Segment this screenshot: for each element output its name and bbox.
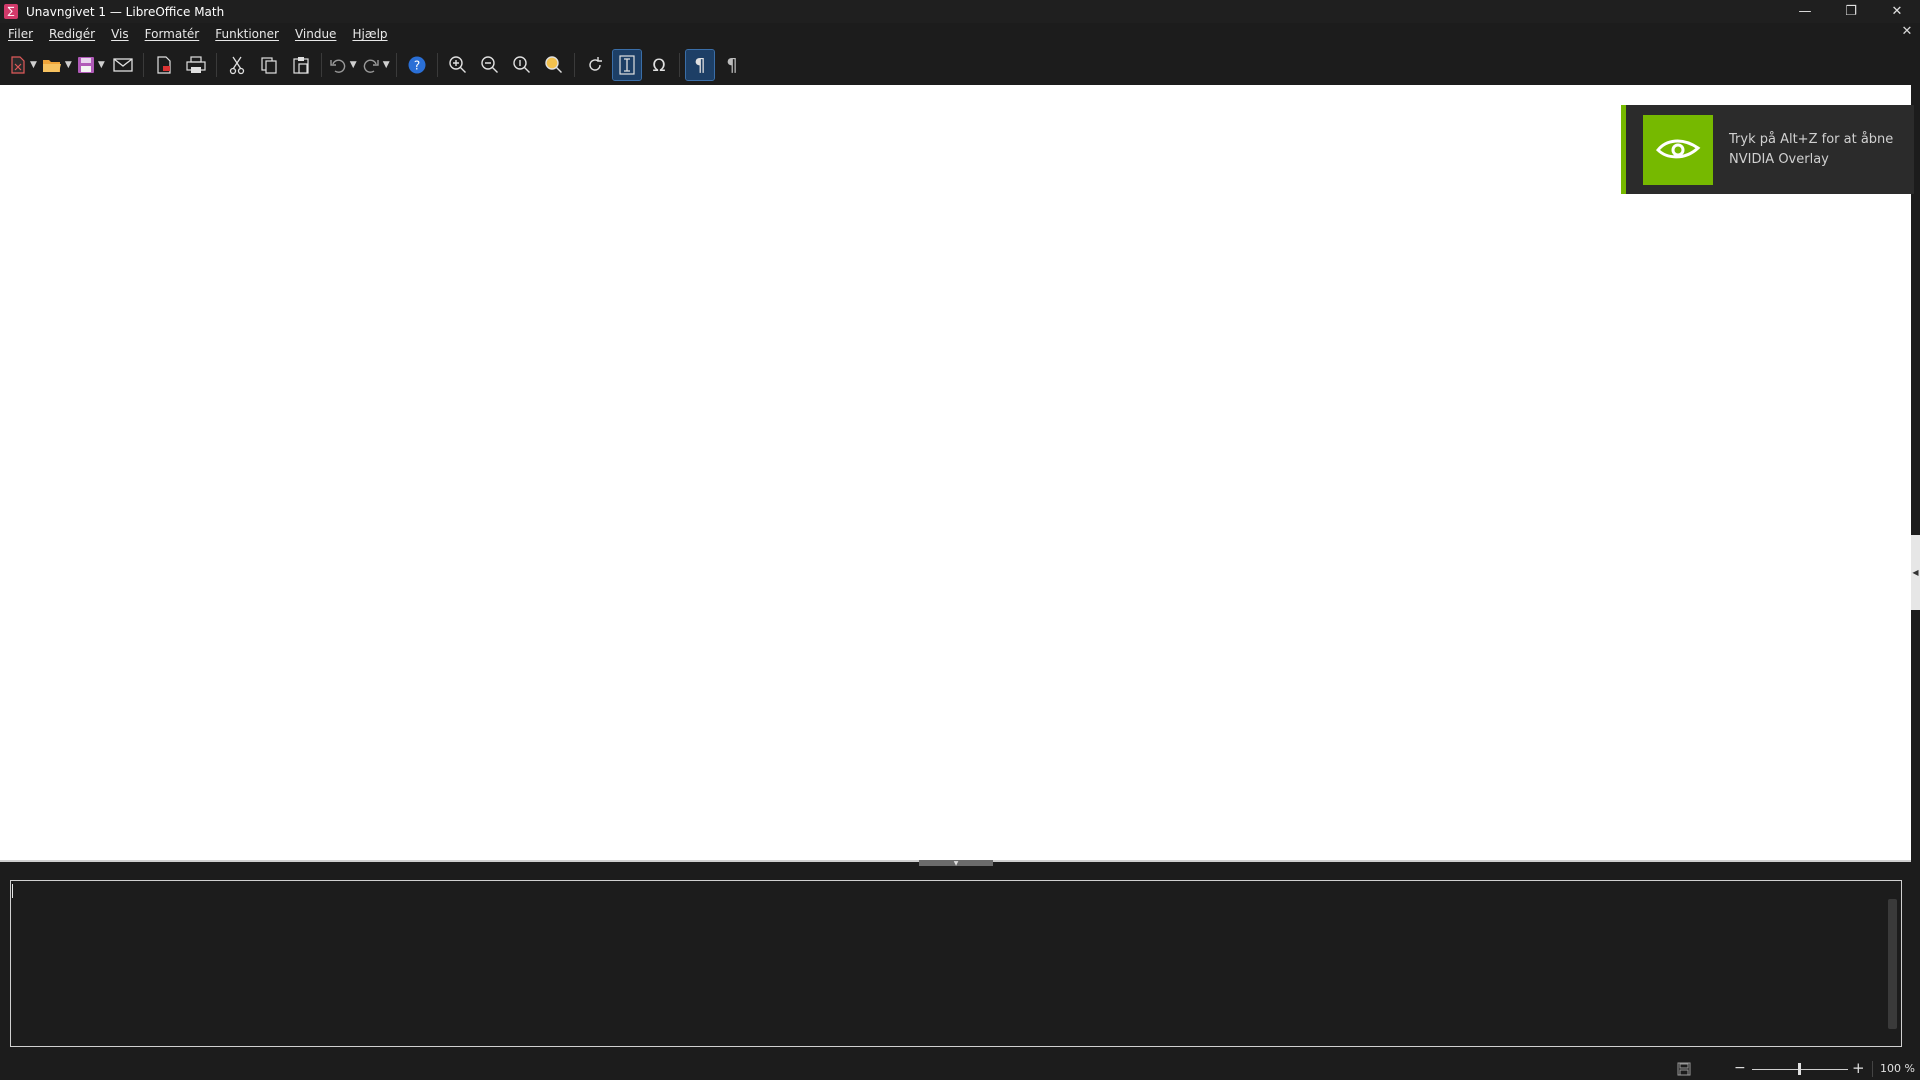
export-pdf-icon xyxy=(157,56,171,74)
formula-command-area xyxy=(10,880,1902,1047)
menu-formater[interactable]: Formatér xyxy=(137,27,208,41)
minimize-button[interactable]: — xyxy=(1782,0,1828,23)
zoom-out-icon xyxy=(480,56,498,73)
sidebar-toggle-handle[interactable]: ◀ xyxy=(1911,535,1920,610)
toolbar-separator xyxy=(215,53,217,77)
nvidia-overlay-message: Tryk på Alt+Z for at åbne NVIDIA Overlay xyxy=(1729,131,1894,167)
symbols-icon: Ω xyxy=(652,56,665,75)
document-modified-icon[interactable] xyxy=(1676,1061,1692,1077)
help-icon: ? xyxy=(408,56,426,74)
copy-icon xyxy=(261,57,277,74)
svg-text:¶: ¶ xyxy=(694,55,705,76)
minimize-icon: — xyxy=(1798,4,1812,19)
window-title: Unavngivet 1 — LibreOffice Math xyxy=(26,4,225,19)
window-controls: — ❐ ✕ xyxy=(1782,0,1920,23)
cut-button[interactable] xyxy=(223,50,251,80)
undo-button[interactable]: ▼ xyxy=(328,50,357,80)
text-caret xyxy=(12,884,13,898)
chevron-left-icon: ◀ xyxy=(1912,568,1919,577)
export-pdf-button[interactable] xyxy=(150,50,178,80)
formula-cursor-button[interactable] xyxy=(611,49,642,81)
help-button[interactable]: ? xyxy=(403,50,431,80)
paragraph-ltr-icon: ¶ xyxy=(694,55,705,76)
libreoffice-math-logo-icon: ∑ xyxy=(4,4,18,19)
formula-input[interactable] xyxy=(13,883,1877,1047)
close-icon: ✕ xyxy=(1891,4,1903,19)
paste-button[interactable] xyxy=(287,50,315,80)
zoom-100-button[interactable] xyxy=(508,50,536,80)
copy-button[interactable] xyxy=(255,50,283,80)
toolbar-separator xyxy=(395,53,397,77)
paragraph-ltr-button[interactable]: ¶ xyxy=(684,49,715,81)
nvidia-overlay-toast[interactable]: Tryk på Alt+Z for at åbne NVIDIA Overlay xyxy=(1621,105,1914,194)
svg-text:?: ? xyxy=(413,59,419,73)
close-window-button[interactable]: ✕ xyxy=(1874,0,1920,23)
undo-icon xyxy=(330,59,346,73)
menu-funktioner[interactable]: Funktioner xyxy=(207,27,287,41)
restore-button[interactable]: ❐ xyxy=(1828,0,1874,23)
redo-button[interactable]: ▼ xyxy=(361,50,390,80)
menu-bar: Filer Redigér Vis Formatér Funktioner Vi… xyxy=(0,23,1920,45)
print-button[interactable] xyxy=(182,50,210,80)
new-document-icon xyxy=(11,56,25,74)
open-button[interactable]: ▼ xyxy=(41,50,72,80)
svg-text:¶: ¶ xyxy=(726,55,737,76)
zoom-in-button[interactable] xyxy=(444,50,472,80)
email-icon xyxy=(113,58,133,72)
zoom-level[interactable]: 100 % xyxy=(1880,1062,1915,1075)
save-icon xyxy=(77,57,94,73)
nvidia-logo-icon xyxy=(1643,114,1713,185)
toolbar-separator xyxy=(573,53,575,77)
pane-splitter[interactable]: ▼ xyxy=(0,860,1911,868)
zoom-out-slider-button[interactable]: − xyxy=(1734,1060,1746,1076)
close-document-icon: ✕ xyxy=(1901,24,1913,39)
zoom-in-slider-button[interactable]: + xyxy=(1852,1059,1865,1077)
chevron-down-icon[interactable]: ▼ xyxy=(65,60,72,70)
menu-filer[interactable]: Filer xyxy=(0,27,41,41)
toolbar-separator xyxy=(142,53,144,77)
zoom-out-button[interactable] xyxy=(476,50,504,80)
redo-icon xyxy=(363,59,379,73)
show-all-icon xyxy=(544,56,562,73)
chevron-down-icon[interactable]: ▼ xyxy=(350,60,357,70)
title-bar: ∑ Unavngivet 1 — LibreOffice Math — ❐ ✕ xyxy=(0,0,1920,23)
toolbar-separator xyxy=(436,53,438,77)
zoom-slider-thumb[interactable] xyxy=(1798,1063,1801,1075)
menu-vis[interactable]: Vis xyxy=(103,27,137,41)
update-icon xyxy=(588,57,602,71)
symbols-button[interactable]: Ω xyxy=(645,50,673,80)
menu-hjaelp[interactable]: Hjælp xyxy=(344,27,395,41)
formula-cursor-icon xyxy=(619,55,635,75)
zoom-100-icon xyxy=(512,56,530,73)
update-button[interactable] xyxy=(581,50,609,80)
command-scrollbar[interactable] xyxy=(1888,899,1897,1029)
print-icon xyxy=(186,56,206,73)
save-button[interactable]: ▼ xyxy=(76,50,105,80)
chevron-down-icon[interactable]: ▼ xyxy=(383,60,390,70)
paragraph-rtl-button[interactable]: ¶ xyxy=(718,50,746,80)
new-document-button[interactable]: ▼ xyxy=(8,50,37,80)
email-button[interactable] xyxy=(109,50,137,80)
toolbar-separator xyxy=(678,53,680,77)
chevron-down-icon[interactable]: ▼ xyxy=(98,60,105,70)
menu-rediger[interactable]: Redigér xyxy=(41,27,103,41)
status-bar: − + 100 % xyxy=(0,1058,1920,1080)
chevron-down-icon: ▼ xyxy=(953,859,959,867)
svg-text:Ω: Ω xyxy=(652,56,665,75)
toolbar-separator xyxy=(320,53,322,77)
status-separator xyxy=(1872,1061,1873,1077)
standard-toolbar: ▼ ▼ ▼ ▼ ▼ ? Ω ¶ ¶ xyxy=(0,46,1920,84)
show-all-button[interactable] xyxy=(540,50,568,80)
splitter-handle[interactable]: ▼ xyxy=(919,859,993,867)
paste-icon xyxy=(293,57,309,74)
paragraph-rtl-icon: ¶ xyxy=(726,55,737,76)
chevron-down-icon[interactable]: ▼ xyxy=(30,60,37,70)
restore-icon: ❐ xyxy=(1845,4,1857,19)
zoom-in-icon xyxy=(448,56,466,73)
formula-view[interactable] xyxy=(0,85,1911,860)
close-document-button[interactable]: ✕ xyxy=(1898,24,1916,39)
menu-vindue[interactable]: Vindue xyxy=(287,27,345,41)
open-folder-icon xyxy=(42,60,61,72)
cut-icon xyxy=(229,56,244,75)
